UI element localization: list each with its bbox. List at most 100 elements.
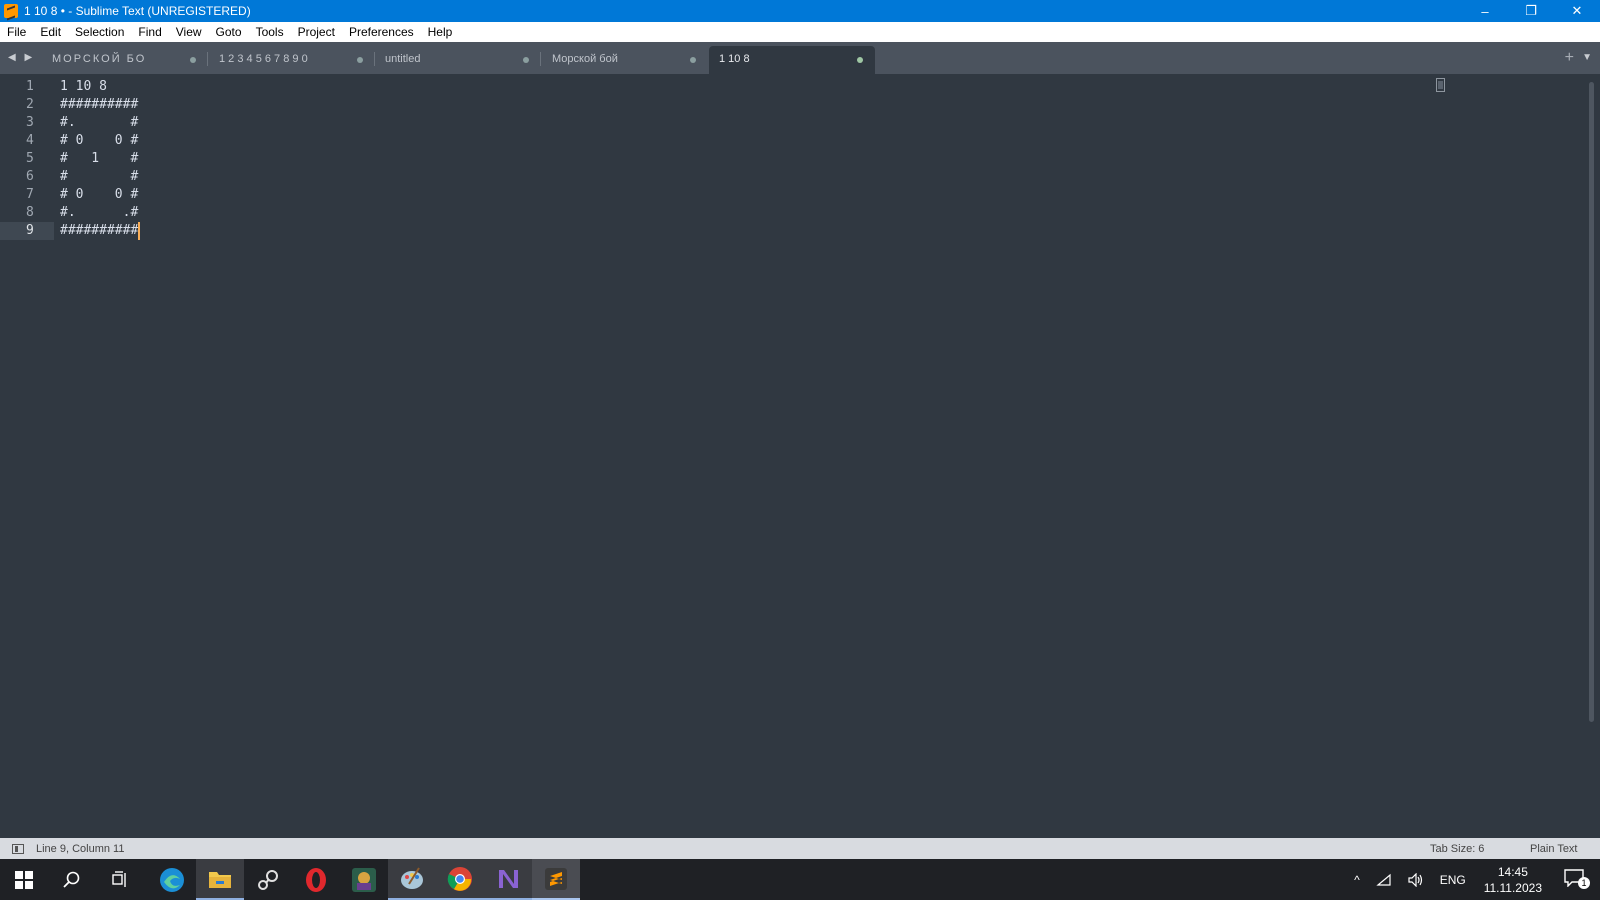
minimap-viewport[interactable] — [1436, 78, 1445, 92]
tab-morskoy-bo[interactable]: МОРСКОЙ БО — [42, 46, 208, 74]
tab-separator — [207, 52, 208, 66]
taskbar-steam[interactable] — [244, 859, 292, 900]
line-number: 6 — [26, 169, 34, 184]
taskbar-sublime-text[interactable] — [532, 859, 580, 900]
code-line[interactable]: ########## — [60, 96, 140, 114]
sublime-icon — [545, 867, 567, 890]
tab-label: untitled — [385, 53, 421, 65]
tab-label: 1 10 8 — [719, 53, 750, 65]
search-icon — [63, 871, 80, 888]
panel-toggle-icon[interactable] — [12, 843, 24, 854]
code-line-current[interactable]: ########## — [60, 222, 141, 240]
tab-label: 1 2 3 4 5 6 7 8 9 0 — [219, 53, 308, 65]
system-tray: ^ ENG 14:45 11.11.2023 1 — [1346, 859, 1600, 900]
code-text[interactable]: 1 10 8 ########## #. # # 0 0 # # 1 # # #… — [60, 78, 141, 240]
code-line[interactable]: #. # — [60, 114, 140, 132]
language-indicator[interactable]: ENG — [1440, 873, 1466, 887]
line-number: 2 — [26, 97, 34, 112]
menu-edit[interactable]: Edit — [33, 22, 68, 42]
line-number: 8 — [26, 205, 34, 220]
clock-date: 11.11.2023 — [1483, 880, 1542, 895]
start-button[interactable] — [0, 859, 48, 900]
tab-nav-arrows-icon[interactable]: ◀ ▶ — [8, 52, 35, 63]
line-number: 7 — [26, 187, 34, 202]
menu-find[interactable]: Find — [131, 22, 168, 42]
current-line-number: 9 — [0, 222, 54, 240]
taskbar-chrome[interactable] — [436, 859, 484, 900]
unsaved-dot-icon[interactable] — [357, 57, 363, 63]
volume-icon[interactable] — [1408, 872, 1424, 887]
code-line-text[interactable]: ########## — [60, 223, 138, 238]
restore-button[interactable]: ❐ — [1508, 0, 1554, 22]
close-button[interactable]: ✕ — [1554, 0, 1600, 22]
editor-area[interactable]: 1 2 3 4 5 6 7 8 9 1 10 8 ########## #. #… — [0, 74, 1600, 838]
unsaved-dot-icon[interactable] — [190, 57, 196, 63]
line-number: 3 — [26, 115, 34, 130]
tab-bar: ◀ ▶ МОРСКОЙ БО 1 2 3 4 5 6 7 8 9 0 untit… — [0, 42, 1600, 74]
windows-taskbar: ^ ENG 14:45 11.11.2023 1 — [0, 859, 1600, 900]
taskbar-opera[interactable] — [292, 859, 340, 900]
edge-icon — [160, 867, 184, 892]
tab-1-10-8[interactable]: 1 10 8 — [709, 46, 875, 74]
menu-help[interactable]: Help — [421, 22, 460, 42]
tab-morskoy-boy[interactable]: Морской бой — [542, 46, 708, 74]
tab-untitled[interactable]: untitled — [375, 46, 541, 74]
chrome-icon — [447, 866, 472, 891]
line-number: 5 — [26, 151, 34, 166]
clock-time: 14:45 — [1497, 864, 1528, 879]
paint-icon — [401, 866, 423, 889]
visual-studio-icon — [499, 869, 518, 888]
title-bar: 1 10 8 • - Sublime Text (UNREGISTERED) –… — [0, 0, 1600, 22]
taskbar-file-explorer[interactable] — [196, 859, 244, 900]
tab-size-selector[interactable]: Tab Size: 6 — [1430, 843, 1530, 855]
tab-label: МОРСКОЙ БО — [52, 53, 147, 65]
taskbar-edge[interactable] — [148, 859, 196, 900]
minimize-button[interactable]: – — [1462, 0, 1508, 22]
tab-separator — [540, 52, 541, 66]
code-line[interactable]: # 0 0 # — [60, 186, 140, 204]
tab-menu-icon[interactable]: ▼ — [1582, 52, 1592, 63]
tab-numbers[interactable]: 1 2 3 4 5 6 7 8 9 0 — [209, 46, 375, 74]
line-number: 1 — [26, 79, 34, 94]
menu-file[interactable]: File — [0, 22, 33, 42]
menu-project[interactable]: Project — [291, 22, 342, 42]
menu-view[interactable]: View — [169, 22, 209, 42]
taskbar-visual-studio[interactable] — [484, 859, 532, 900]
line-number-gutter: 1 2 3 4 5 6 7 8 9 — [0, 78, 54, 240]
menu-goto[interactable]: Goto — [209, 22, 249, 42]
syntax-selector[interactable]: Plain Text — [1530, 843, 1600, 855]
menu-tools[interactable]: Tools — [249, 22, 291, 42]
vertical-scrollbar[interactable] — [1589, 82, 1594, 722]
taskbar-game[interactable] — [340, 859, 388, 900]
tray-overflow-chevron-icon[interactable]: ^ — [1354, 873, 1360, 887]
clock[interactable]: 14:45 11.11.2023 — [1484, 864, 1542, 896]
code-line[interactable]: # # — [60, 168, 140, 186]
window-title: 1 10 8 • - Sublime Text (UNREGISTERED) — [24, 4, 251, 18]
menu-selection[interactable]: Selection — [68, 22, 131, 42]
start-icon — [15, 870, 33, 889]
code-line[interactable]: # 0 0 # — [60, 132, 140, 150]
file-explorer-icon — [209, 871, 231, 888]
new-tab-icon[interactable]: + — [1565, 49, 1574, 67]
opera-icon — [306, 867, 326, 892]
menu-bar: File Edit Selection Find View Goto Tools… — [0, 22, 1600, 42]
unsaved-dot-icon[interactable] — [857, 57, 863, 63]
task-view-button[interactable] — [96, 859, 144, 900]
unsaved-dot-icon[interactable] — [523, 57, 529, 63]
menu-preferences[interactable]: Preferences — [342, 22, 421, 42]
cursor-position: Line 9, Column 11 — [36, 842, 125, 855]
steam-icon — [258, 869, 278, 890]
code-line[interactable]: #. .# — [60, 204, 140, 222]
game-icon — [352, 867, 376, 892]
code-line[interactable]: # 1 # — [60, 150, 140, 168]
line-number: 4 — [26, 133, 34, 148]
notification-center-button[interactable]: 1 — [1564, 869, 1590, 890]
taskbar-paint[interactable] — [388, 859, 436, 900]
code-line[interactable]: 1 10 8 — [60, 78, 140, 96]
sublime-app-icon — [4, 4, 18, 18]
status-bar: Line 9, Column 11 Tab Size: 6 Plain Text — [0, 838, 1600, 859]
wifi-icon[interactable] — [1376, 873, 1392, 887]
unsaved-dot-icon[interactable] — [690, 57, 696, 63]
tab-label: Морской бой — [552, 53, 618, 65]
search-button[interactable] — [48, 859, 96, 900]
